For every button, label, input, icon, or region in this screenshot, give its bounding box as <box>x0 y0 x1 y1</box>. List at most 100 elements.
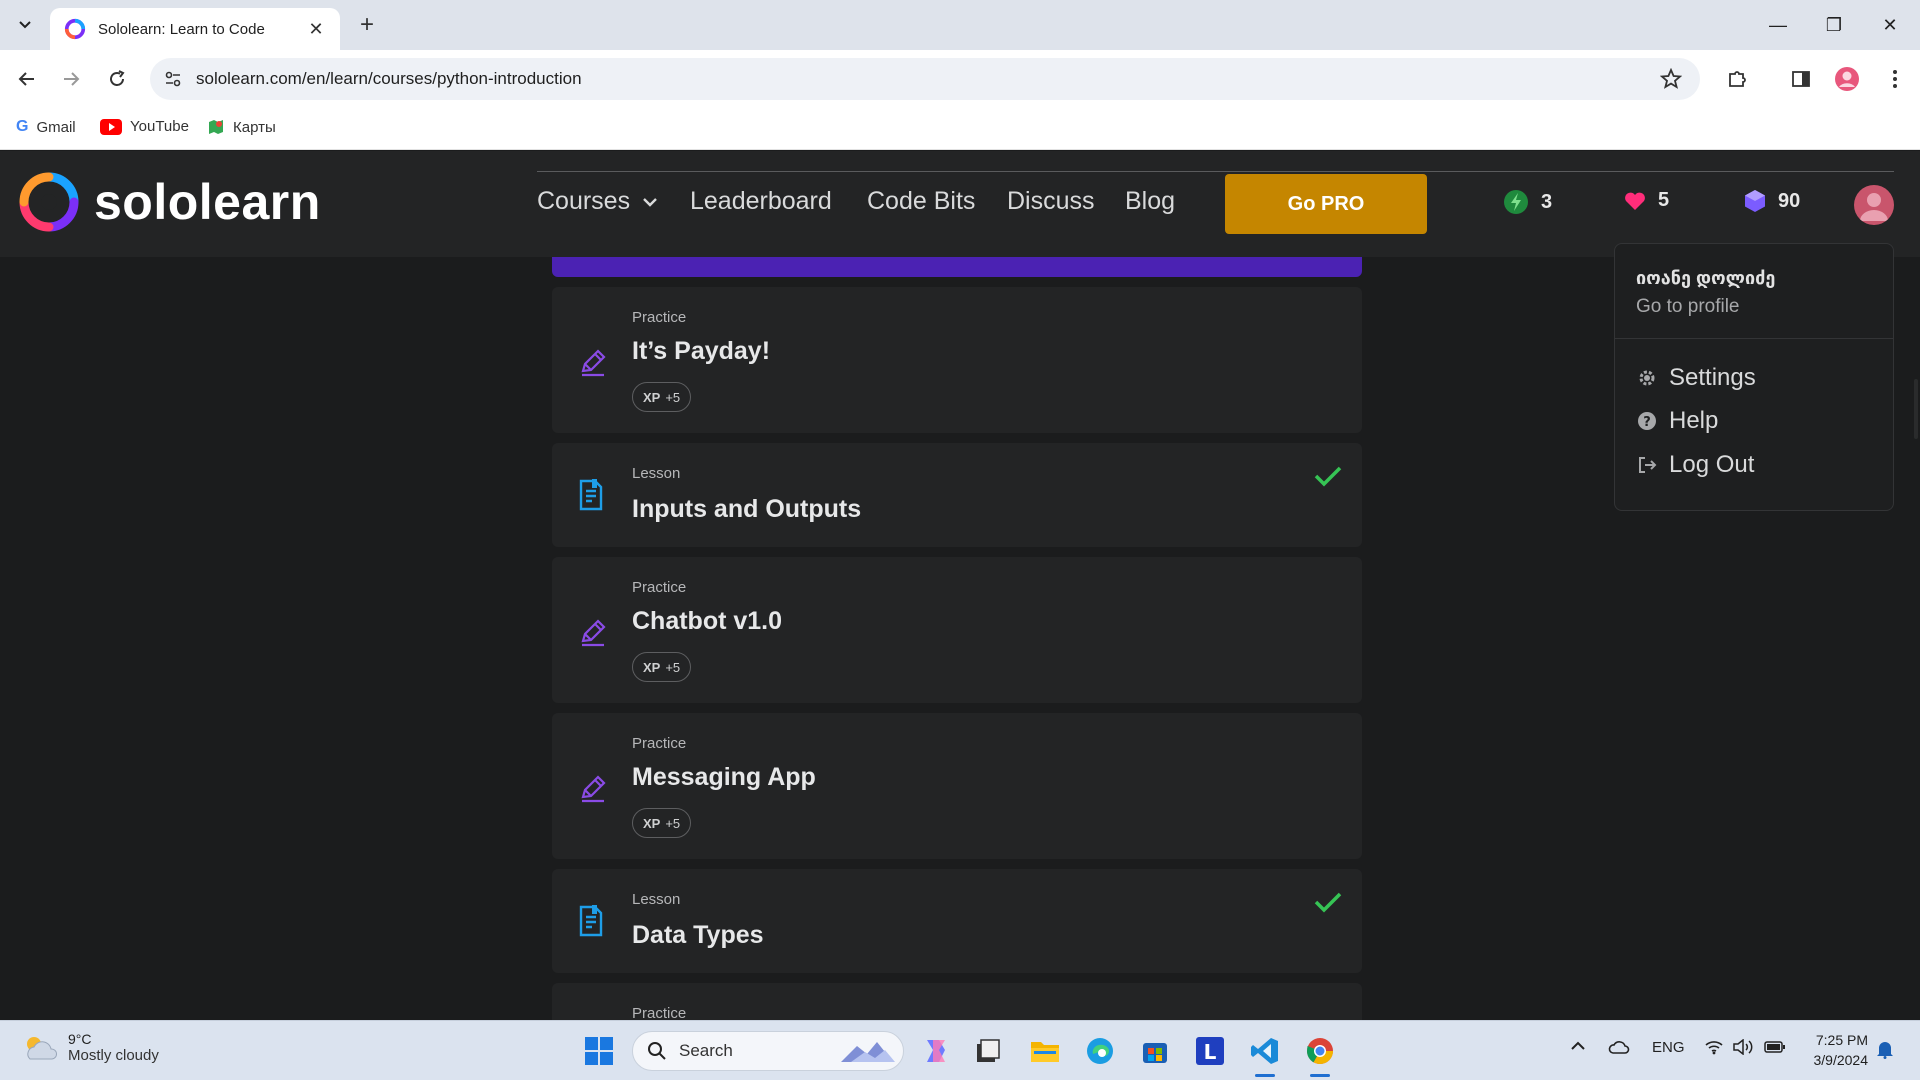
nav-courses-label: Courses <box>537 187 631 215</box>
sololearn-logo-icon <box>19 172 79 232</box>
side-panel-button[interactable] <box>1786 64 1816 94</box>
list-item-its-payday[interactable]: Practice It’s Payday! XP +5 <box>552 287 1362 433</box>
weather-condition: Mostly cloudy <box>68 1047 159 1064</box>
minimize-button[interactable]: — <box>1758 10 1798 40</box>
bookmark-youtube[interactable]: YouTube <box>100 118 189 135</box>
go-to-profile-link[interactable]: Go to profile <box>1636 296 1740 318</box>
item-kind: Practice <box>632 309 687 326</box>
gems-counter[interactable]: 90 <box>1744 189 1800 213</box>
item-kind: Practice <box>632 735 687 752</box>
language-indicator[interactable]: ENG <box>1652 1039 1685 1056</box>
xp-badge: XP +5 <box>632 382 692 412</box>
taskbar-file-explorer[interactable] <box>1027 1033 1063 1069</box>
tab-search-button[interactable] <box>12 12 38 38</box>
list-item-chatbot[interactable]: Practice Chatbot v1.0 XP +5 <box>552 557 1362 703</box>
xp-value: +5 <box>665 815 681 831</box>
new-tab-button[interactable]: + <box>354 11 380 38</box>
nav-leaderboard-label: Leaderboard <box>690 187 832 215</box>
tab-close-icon[interactable]: ✕ <box>306 19 326 40</box>
xp-label: XP <box>643 659 661 675</box>
restore-button[interactable]: ❐ <box>1814 10 1854 40</box>
taskbar-vscode[interactable] <box>1247 1033 1283 1077</box>
go-pro-button[interactable]: Go PRO <box>1225 174 1427 234</box>
bookmark-label: Gmail <box>36 118 76 136</box>
lightning-icon <box>1504 190 1528 214</box>
pencil-icon <box>581 619 606 647</box>
nav-blog[interactable]: Blog <box>1125 187 1175 216</box>
dropdown-username: იოანე დოლიძე <box>1636 268 1776 288</box>
item-kind: Lesson <box>632 891 681 908</box>
profile-button[interactable] <box>1832 64 1862 94</box>
list-item-partial[interactable]: Practice <box>552 983 1362 1020</box>
reload-button[interactable] <box>102 64 132 94</box>
bookmark-label: YouTube <box>130 118 189 135</box>
taskbar-copilot-app[interactable] <box>918 1033 954 1069</box>
address-bar[interactable]: sololearn.com/en/learn/courses/python-in… <box>150 58 1700 100</box>
avatar <box>1835 67 1859 91</box>
back-button[interactable] <box>12 64 42 94</box>
site-info-icon[interactable] <box>164 70 182 88</box>
start-button[interactable] <box>584 1036 614 1071</box>
nav-discuss[interactable]: Discuss <box>1007 187 1095 216</box>
system-clock[interactable]: 7:25 PM 3/9/2024 <box>1800 1030 1869 1070</box>
bookmark-gmail[interactable]: G Gmail <box>16 118 76 136</box>
menu-item-log-out[interactable]: Log Out <box>1636 451 1754 479</box>
nav-code-bits[interactable]: Code Bits <box>867 187 975 216</box>
show-hidden-icons-button[interactable] <box>1570 1039 1586 1056</box>
browser-menu-button[interactable] <box>1880 64 1910 94</box>
taskbar-task-view[interactable] <box>970 1033 1006 1069</box>
folder-icon <box>1031 1042 1059 1062</box>
pencil-icon <box>581 775 606 803</box>
browser-tab-active[interactable]: Sololearn: Learn to Code ✕ <box>50 8 340 50</box>
taskbar-chrome[interactable] <box>1302 1033 1338 1077</box>
bookmark-star-icon[interactable] <box>1660 68 1682 90</box>
module-header-bar <box>552 257 1362 277</box>
menu-item-help[interactable]: ? Help <box>1636 407 1718 435</box>
streak-counter[interactable]: 3 <box>1503 189 1552 215</box>
lesson-document-icon <box>579 479 603 511</box>
l-app-icon: L <box>1196 1037 1224 1065</box>
browser-tab-strip: Sololearn: Learn to Code ✕ + — ❐ ✕ <box>0 0 1920 50</box>
clock-time: 7:25 PM <box>1815 1032 1868 1048</box>
nav-leaderboard[interactable]: Leaderboard <box>690 187 832 216</box>
search-highlight-image-icon <box>841 1042 895 1062</box>
nav-courses[interactable]: Courses <box>537 187 658 216</box>
notification-bell-icon[interactable] <box>1876 1039 1894 1063</box>
extensions-button[interactable] <box>1722 64 1752 94</box>
edge-icon <box>1087 1038 1113 1064</box>
header-divider <box>537 171 1894 172</box>
sololearn-logo[interactable]: sololearn <box>18 171 321 233</box>
taskbar-microsoft-store[interactable] <box>1137 1033 1173 1069</box>
chevron-up-icon <box>1571 1041 1585 1050</box>
onedrive-tray-icon[interactable] <box>1608 1039 1630 1059</box>
browser-toolbar: sololearn.com/en/learn/courses/python-in… <box>0 50 1920 108</box>
battery-icon[interactable] <box>1764 1039 1786 1059</box>
hearts-value: 5 <box>1658 189 1670 211</box>
page-scrollbar[interactable] <box>1914 379 1918 439</box>
list-item-inputs-and-outputs[interactable]: Lesson Inputs and Outputs <box>552 443 1362 547</box>
weather-widget[interactable]: 9°C Mostly cloudy <box>22 1031 159 1064</box>
arrow-right-icon <box>64 72 80 86</box>
list-item-messaging-app[interactable]: Practice Messaging App XP +5 <box>552 713 1362 859</box>
volume-icon[interactable] <box>1732 1038 1754 1059</box>
cloudy-weather-icon <box>27 1036 58 1059</box>
hearts-counter[interactable]: 5 <box>1624 189 1669 212</box>
tab-title: Sololearn: Learn to Code <box>98 20 265 38</box>
taskbar-edge[interactable] <box>1082 1033 1118 1069</box>
close-window-button[interactable]: ✕ <box>1870 10 1910 40</box>
taskbar-l-app[interactable]: L <box>1192 1033 1228 1069</box>
gem-icon <box>1745 190 1765 212</box>
wifi-icon[interactable] <box>1704 1039 1724 1059</box>
avatar[interactable] <box>1854 185 1894 225</box>
menu-item-settings[interactable]: Settings <box>1636 364 1756 392</box>
temperature: 9°C <box>68 1031 92 1047</box>
list-item-data-types[interactable]: Lesson Data Types <box>552 869 1362 973</box>
search-placeholder: Search <box>679 1041 733 1060</box>
forward-button[interactable] <box>56 64 86 94</box>
url-text: sololearn.com/en/learn/courses/python-in… <box>196 69 582 88</box>
chevron-down-icon <box>19 21 31 29</box>
xp-label: XP <box>643 389 661 405</box>
bookmark-maps[interactable]: Карты <box>207 118 276 136</box>
taskbar-search-box[interactable]: Search <box>632 1031 904 1071</box>
site-header: sololearn Courses Leaderboard Code Bits … <box>0 151 1920 257</box>
